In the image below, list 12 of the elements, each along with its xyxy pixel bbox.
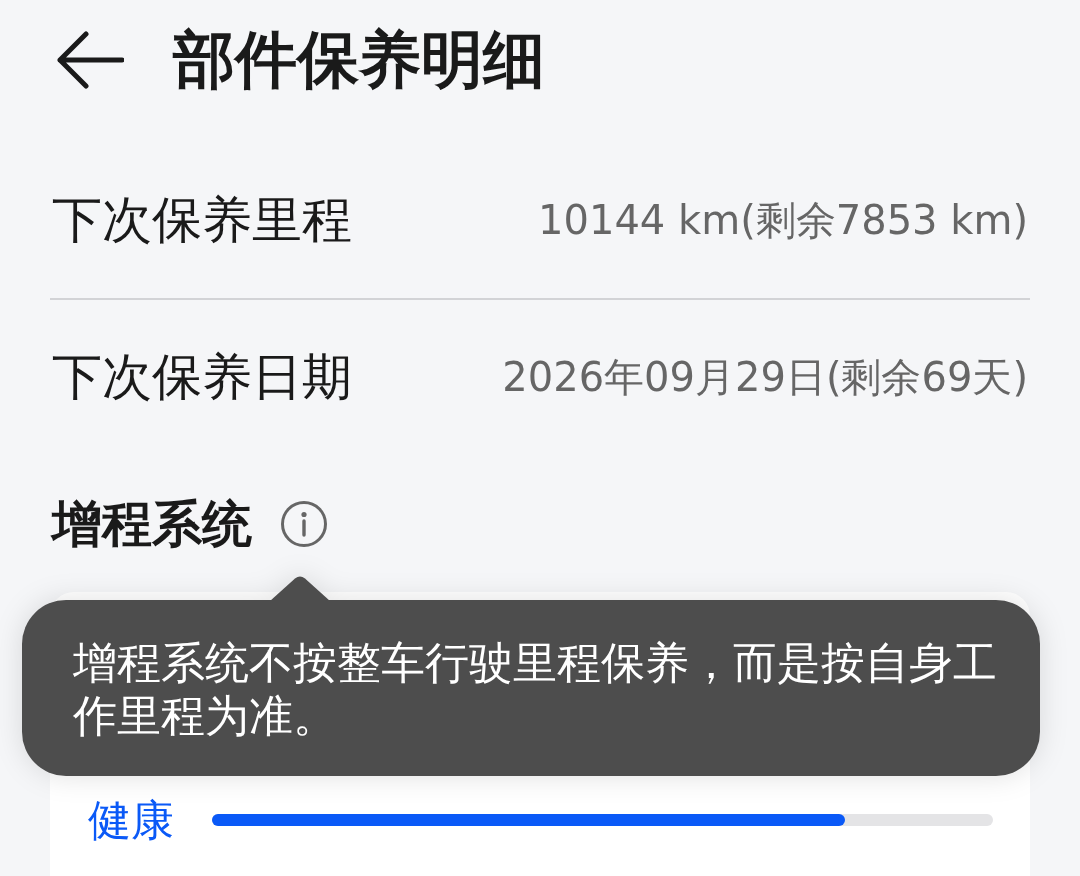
back-arrow-icon	[56, 31, 124, 89]
page-title: 部件保养明细	[173, 23, 545, 97]
info-button[interactable]	[281, 500, 327, 547]
tooltip-text: 增程系统不按整车行驶里程保养，而是按自身工作里程为准。	[73, 636, 998, 742]
row-label: 下次保养日期	[52, 347, 352, 408]
status-label: 健康	[88, 796, 174, 843]
back-button[interactable]	[56, 31, 124, 89]
info-icon	[281, 500, 327, 547]
row-value: 10144 km(剩余7853 km)	[538, 195, 1028, 245]
section-title: 增程系统	[52, 493, 252, 554]
row-label: 下次保养里程	[52, 189, 352, 251]
row-value: 2026年09月29日(剩余69天)	[502, 353, 1028, 402]
